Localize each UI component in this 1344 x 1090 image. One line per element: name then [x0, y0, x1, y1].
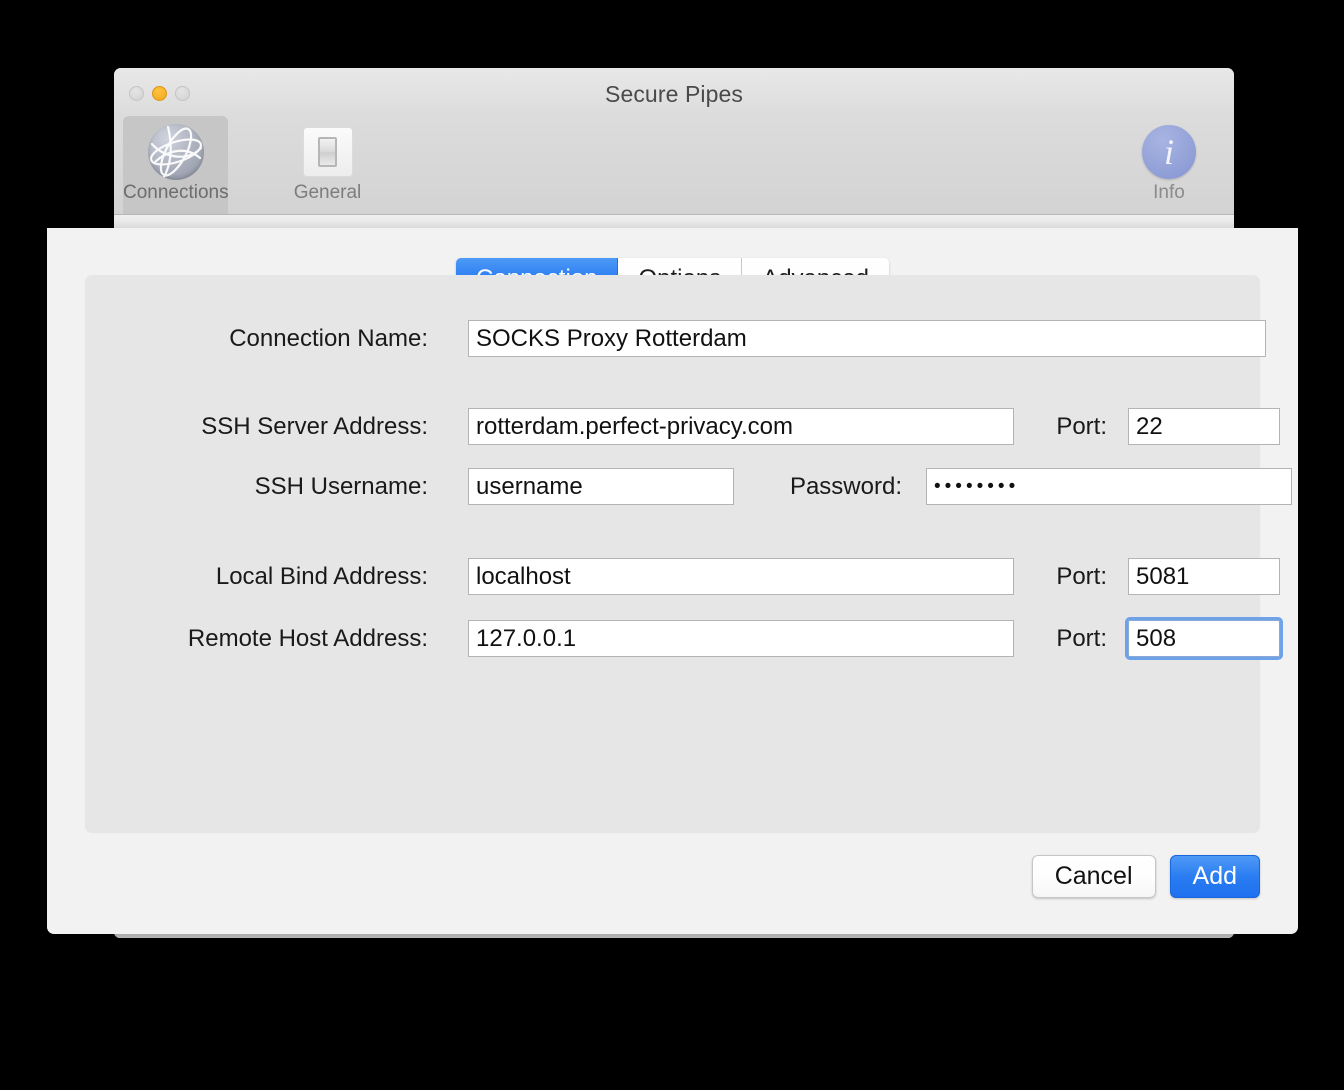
ssh-server-port-label: Port:: [1056, 412, 1107, 440]
connection-form-panel: Connection Name: SOCKS Proxy Rotterdam S…: [85, 275, 1292, 832]
connection-editor-sheet: Connection Options Advanced Connection N…: [47, 228, 1298, 934]
ssh-username-input[interactable]: username: [468, 468, 734, 505]
form-row-ssh-username: SSH Username: username Password: •••••••…: [85, 468, 1292, 505]
sheet-button-bar: Cancel Add: [1031, 855, 1260, 898]
ssh-server-address-input[interactable]: rotterdam.perfect-privacy.com: [468, 408, 1014, 445]
form-row-connection-name: Connection Name: SOCKS Proxy Rotterdam: [85, 320, 1266, 357]
cancel-button[interactable]: Cancel: [1031, 855, 1156, 898]
toolbar-item-label: Info: [1153, 182, 1185, 203]
remote-host-port-input[interactable]: 508: [1125, 617, 1283, 660]
password-masked-value: ••••••••: [934, 475, 1020, 497]
connection-name-label: Connection Name:: [229, 324, 428, 352]
globe-icon: [123, 124, 228, 180]
local-bind-port-label: Port:: [1056, 562, 1107, 590]
toolbar-item-label: General: [293, 182, 362, 203]
remote-host-address-input[interactable]: 127.0.0.1: [468, 620, 1014, 657]
form-row-remote-host: Remote Host Address: 127.0.0.1 Port: 508: [85, 617, 1283, 660]
window-title: Secure Pipes: [605, 81, 743, 107]
title-bar: Secure Pipes: [114, 68, 1234, 116]
local-bind-address-input[interactable]: localhost: [468, 558, 1014, 595]
password-label: Password:: [789, 472, 902, 500]
password-input[interactable]: ••••••••: [926, 468, 1292, 505]
toolbar: Connections General i Info: [114, 116, 1234, 215]
remote-host-address-label: Remote Host Address:: [187, 624, 428, 652]
info-icon: i: [1114, 124, 1224, 180]
ssh-server-address-label: SSH Server Address:: [201, 412, 428, 440]
local-bind-port-input[interactable]: 5081: [1128, 558, 1280, 595]
light-switch-icon: [275, 124, 380, 180]
form-row-local-bind: Local Bind Address: localhost Port: 5081: [85, 558, 1280, 595]
ssh-username-label: SSH Username:: [254, 472, 428, 500]
connection-name-input[interactable]: SOCKS Proxy Rotterdam: [468, 320, 1266, 357]
ssh-server-port-input[interactable]: 22: [1128, 408, 1280, 445]
toolbar-item-general[interactable]: General: [275, 116, 380, 214]
info-glyph: i: [1142, 125, 1196, 179]
add-button[interactable]: Add: [1169, 855, 1260, 898]
local-bind-address-label: Local Bind Address:: [215, 562, 428, 590]
toolbar-item-connections[interactable]: Connections: [123, 116, 229, 214]
toolbar-item-label: Connections: [123, 182, 229, 203]
form-row-ssh-server: SSH Server Address: rotterdam.perfect-pr…: [85, 408, 1280, 445]
toolbar-item-info[interactable]: i Info: [1114, 116, 1224, 214]
remote-host-port-label: Port:: [1056, 624, 1107, 652]
